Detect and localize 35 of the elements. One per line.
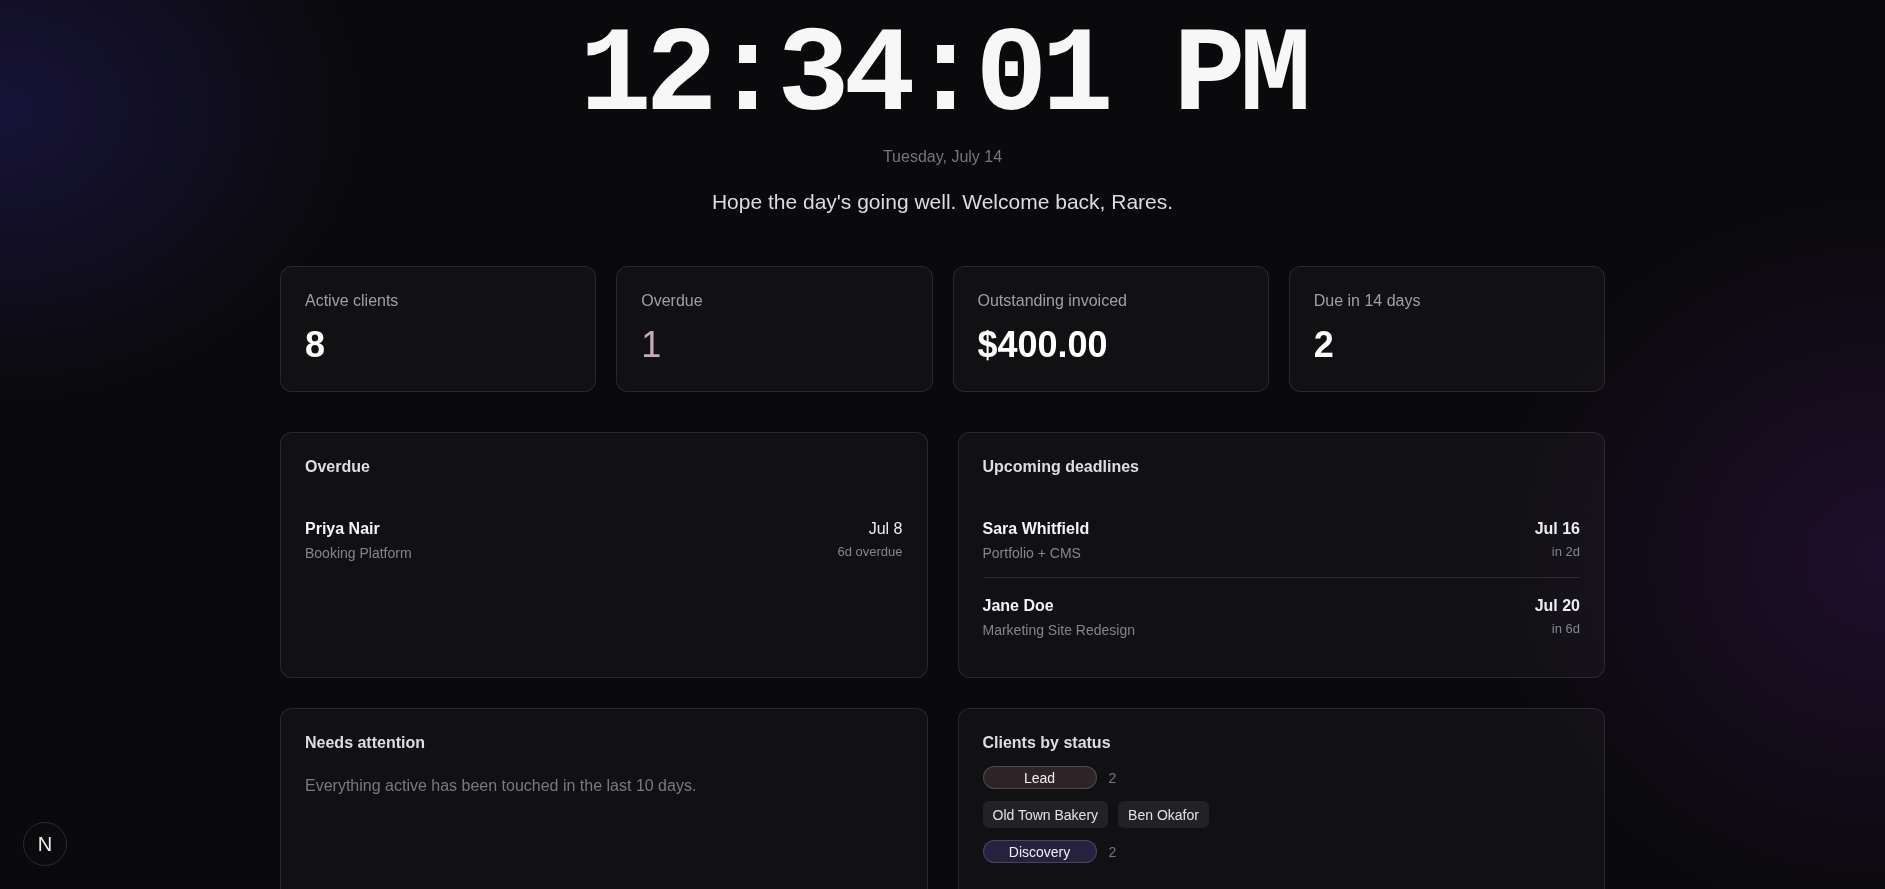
clock-time: 12:34:01 PM [579, 17, 1306, 137]
stat-value: 2 [1313, 325, 1334, 365]
stat-value: 1 [641, 325, 662, 365]
status-pill: Discovery [982, 840, 1097, 863]
stat-label: Due in 14 days [1313, 291, 1421, 311]
due-note: 6d overdue [837, 544, 903, 560]
client-name: Jane Doe [982, 596, 1054, 616]
panel-title: Upcoming deadlines [982, 457, 1139, 477]
due-note: in 2d [1551, 544, 1580, 560]
client-chip[interactable]: Old Town Bakery [982, 801, 1109, 828]
stat-label: Active clients [305, 291, 399, 311]
project-name: Marketing Site Redesign [982, 621, 1136, 639]
due-date: Jul 20 [1534, 596, 1580, 616]
empty-message: Everything active has been touched in the last 10 days. [305, 776, 697, 796]
panel-title: Clients by status [982, 733, 1111, 753]
panel-title: Overdue [305, 457, 370, 477]
stat-label: Outstanding invoiced [977, 291, 1127, 311]
dev-tools-button[interactable]: N [23, 822, 67, 866]
status-count: 2 [1108, 843, 1117, 860]
client-name: Sara Whitfield [982, 519, 1090, 539]
due-note: in 6d [1551, 621, 1580, 637]
due-date: Jul 16 [1534, 519, 1580, 539]
project-name: Portfolio + CMS [982, 544, 1081, 562]
client-name: Priya Nair [305, 519, 380, 539]
date-text: Tuesday, July 14 [882, 147, 1003, 167]
stat-label: Overdue [641, 291, 703, 311]
greeting-text: Hope the day's going well. Welcome back, Rares. [711, 189, 1174, 215]
status-count: 2 [1108, 769, 1117, 786]
project-name: Booking Platform [305, 544, 412, 562]
client-chip[interactable]: Ben Okafor [1118, 801, 1209, 828]
status-pill: Lead [982, 766, 1097, 789]
due-date: Jul 8 [868, 519, 903, 539]
panel-title: Needs attention [305, 733, 425, 753]
stat-value: 8 [305, 325, 326, 365]
stat-value: $400.00 [977, 325, 1108, 365]
